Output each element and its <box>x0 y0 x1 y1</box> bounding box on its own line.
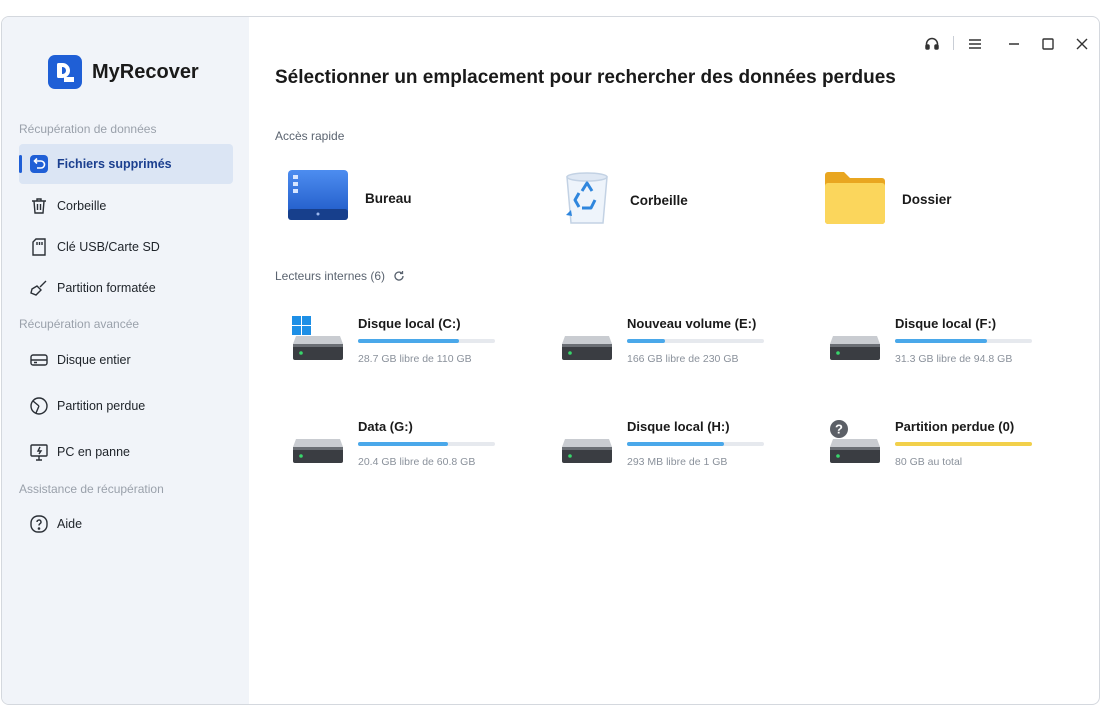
broom-icon <box>27 276 51 300</box>
help-circle-icon <box>27 512 51 536</box>
drive-name: Nouveau volume (E:) <box>627 316 757 331</box>
hard-drive-icon <box>561 316 621 376</box>
sidebar-item-deleted-files[interactable]: Fichiers supprimés <box>19 144 233 184</box>
close-icon[interactable] <box>1072 34 1092 54</box>
sidebar-item-recycle-bin[interactable]: Corbeille <box>19 186 233 226</box>
drive-name: Disque local (H:) <box>627 419 730 434</box>
drive-card[interactable]: Data (G:) 20.4 GB libre de 60.8 GB <box>292 419 532 489</box>
desktop-icon <box>287 169 349 228</box>
quick-access-label-recycle-bin: Corbeille <box>630 193 688 208</box>
folder-icon <box>824 169 886 230</box>
sidebar-item-label: Corbeille <box>57 199 107 213</box>
minimize-icon[interactable] <box>1004 34 1024 54</box>
hard-disk-icon <box>27 348 51 372</box>
drive-name: Data (G:) <box>358 419 413 434</box>
quick-access-label-folder: Dossier <box>902 192 952 207</box>
trash-icon <box>27 194 51 218</box>
drive-usage-fill <box>358 339 460 343</box>
sidebar-item-help[interactable]: Aide <box>19 504 233 544</box>
drive-usage-bar <box>895 442 1032 446</box>
sidebar-item-usb-sd[interactable]: Clé USB/Carte SD <box>19 227 233 267</box>
sidebar-item-label: Fichiers supprimés <box>57 157 172 171</box>
sidebar-item-label: Aide <box>57 517 83 531</box>
undo-icon <box>27 152 51 176</box>
windows-drive-icon <box>292 316 352 376</box>
sidebar-item-label: Disque entier <box>57 353 131 367</box>
drive-card[interactable]: Disque local (C:) 28.7 GB libre de 110 GB <box>292 316 532 386</box>
titlebar-divider <box>953 36 954 50</box>
hard-drive-icon <box>829 316 889 376</box>
myrecover-logo-icon <box>48 55 82 89</box>
app-name: MyRecover <box>92 60 199 83</box>
drive-usage-fill <box>627 339 666 343</box>
drive-usage-fill <box>627 442 725 446</box>
headset-icon[interactable] <box>922 34 942 54</box>
recycle-bin-icon <box>560 169 614 232</box>
hard-drive-icon <box>561 419 621 479</box>
maximize-icon[interactable] <box>1038 34 1058 54</box>
quick-access-recycle-bin[interactable]: Corbeille <box>560 169 688 232</box>
drive-name: Partition perdue (0) <box>895 419 1015 434</box>
drive-card[interactable]: Disque local (H:) 293 MB libre de 1 GB <box>561 419 801 489</box>
drive-usage-bar <box>895 339 1032 343</box>
section-title-recovery-assistance: Assistance de récupération <box>19 482 164 496</box>
drive-usage-bar <box>358 442 495 446</box>
sidebar-item-label: Clé USB/Carte SD <box>57 240 160 254</box>
page-title: Sélectionner un emplacement pour recherc… <box>275 67 896 88</box>
drive-usage-fill <box>895 339 987 343</box>
refresh-icon[interactable] <box>393 270 405 282</box>
drive-name: Disque local (F:) <box>895 316 997 331</box>
drive-capacity-info: 166 GB libre de 230 GB <box>627 353 739 365</box>
quick-access-folder[interactable]: Dossier <box>824 169 952 230</box>
unknown-drive-icon: ? <box>829 419 889 479</box>
sidebar-item-crashed-pc[interactable]: PC en panne <box>19 432 233 472</box>
pie-partition-icon <box>27 394 51 418</box>
drive-capacity-info: 80 GB au total <box>895 456 963 468</box>
drive-capacity-info: 28.7 GB libre de 110 GB <box>358 353 472 365</box>
drive-card[interactable]: ? Partition perdue (0) 80 GB au total <box>829 419 1069 489</box>
hard-drive-icon <box>292 419 352 479</box>
internal-drives-label: Lecteurs internes (6) <box>275 269 386 283</box>
drive-card[interactable]: Nouveau volume (E:) 166 GB libre de 230 G… <box>561 316 801 386</box>
sidebar-item-formatted-partition[interactable]: Partition formatée <box>19 268 233 308</box>
app-window: MyRecover Récupération de données Fichie… <box>1 16 1100 705</box>
drive-name: Disque local (C:) <box>358 316 461 331</box>
drive-capacity-info: 20.4 GB libre de 60.8 GB <box>358 456 476 468</box>
drive-usage-bar <box>627 442 764 446</box>
section-title-data-recovery: Récupération de données <box>19 122 157 136</box>
drive-usage-bar <box>627 339 764 343</box>
app-logo: MyRecover <box>48 55 199 89</box>
svg-text:?: ? <box>835 422 843 437</box>
sidebar: MyRecover Récupération de données Fichie… <box>2 17 249 704</box>
sidebar-item-label: Partition perdue <box>57 399 146 413</box>
drive-usage-bar <box>358 339 495 343</box>
drive-card[interactable]: Disque local (F:) 31.3 GB libre de 94.8 G… <box>829 316 1069 386</box>
section-title-advanced-recovery: Récupération avancée <box>19 317 140 331</box>
sd-card-icon <box>27 235 51 259</box>
internal-drives-header: Lecteurs internes (6) <box>275 269 405 283</box>
quick-access-label: Accès rapide <box>275 129 345 143</box>
broken-pc-icon <box>27 440 51 464</box>
drive-capacity-info: 293 MB libre de 1 GB <box>627 456 728 468</box>
sidebar-item-label: Partition formatée <box>57 281 156 295</box>
quick-access-label-desktop: Bureau <box>365 191 412 206</box>
drive-capacity-info: 31.3 GB libre de 94.8 GB <box>895 353 1013 365</box>
sidebar-item-lost-partition[interactable]: Partition perdue <box>19 386 233 426</box>
quick-access-desktop[interactable]: Bureau <box>287 169 412 228</box>
drive-usage-fill <box>895 442 1032 446</box>
sidebar-item-whole-disk[interactable]: Disque entier <box>19 340 233 380</box>
menu-icon[interactable] <box>965 34 985 54</box>
sidebar-item-label: PC en panne <box>57 445 130 459</box>
drive-usage-fill <box>358 442 449 446</box>
